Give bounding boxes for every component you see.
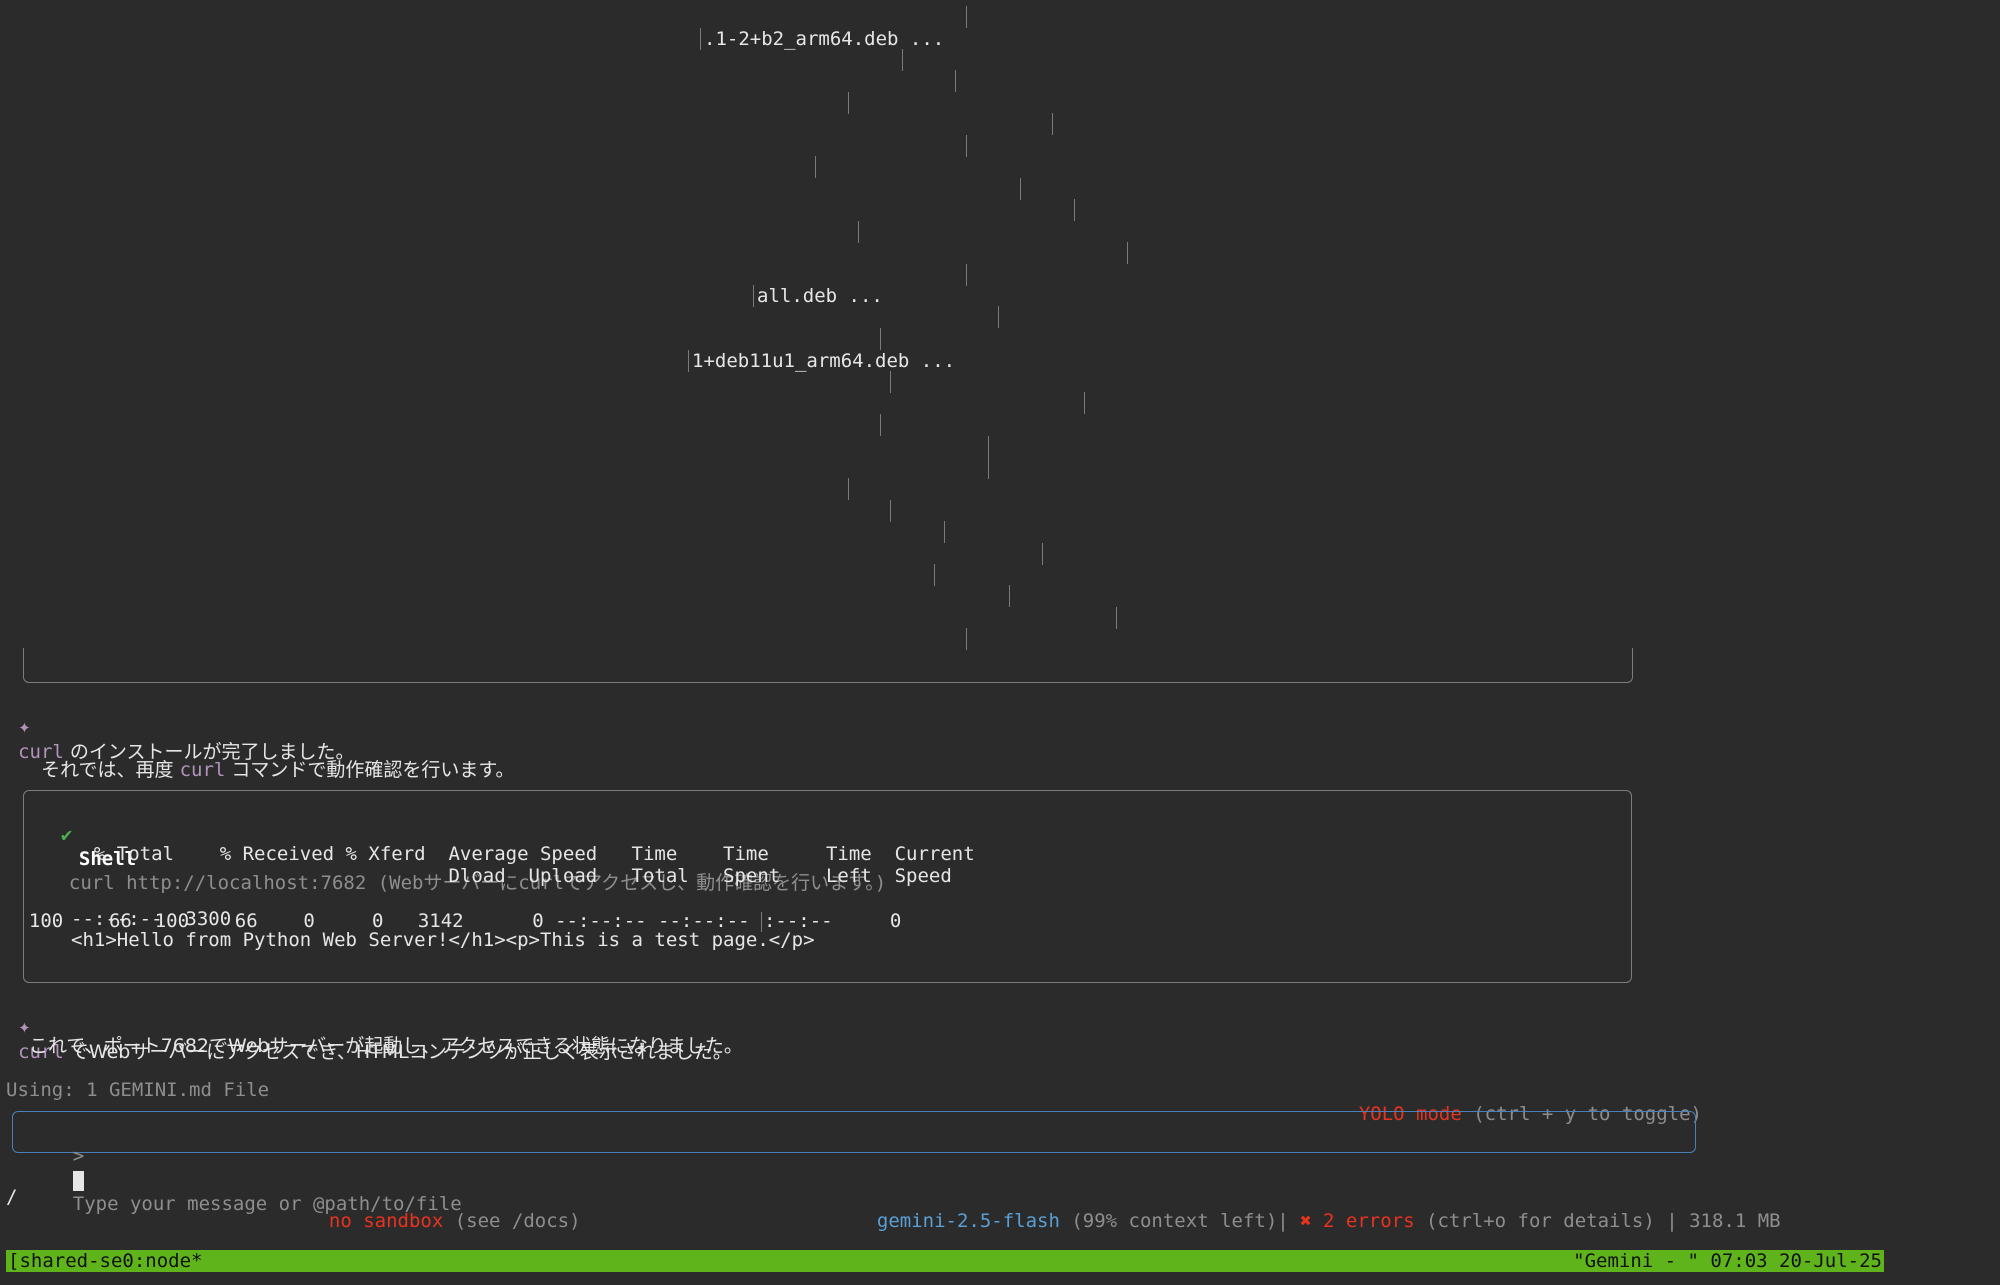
curl-header: % Total % Received % Xferd Average Speed…: [71, 843, 975, 865]
log-bar: [1127, 242, 1128, 264]
error-count[interactable]: 2 errors: [1312, 1210, 1415, 1232]
log-bar: [700, 28, 701, 50]
tmux-status-bar: [shared-se0:node* "Gemini - " 07:03 20-J…: [6, 1250, 1884, 1272]
tmux-clock: "Gemini - " 07:03 20-Jul-25: [1573, 1250, 1882, 1272]
log-bar: [934, 564, 935, 586]
sandbox-status: no sandbox (see /docs): [306, 1185, 581, 1233]
log-bar: [890, 371, 891, 393]
shell-output: <h1>Hello from Python Web Server!</h1><p…: [71, 929, 815, 951]
text-cursor: [72, 1170, 84, 1191]
log-bar: [1084, 392, 1085, 414]
log-bar: [966, 628, 967, 650]
sandbox-hint: (see /docs): [443, 1210, 581, 1232]
log-bar: [1009, 585, 1010, 607]
log-bar: [848, 478, 849, 500]
log-bar: [998, 306, 999, 328]
log-bar: [1020, 178, 1021, 200]
separator: |: [1277, 1210, 1301, 1232]
message-text: それでは、再度: [41, 759, 180, 781]
model-name: gemini-2.5-flash: [876, 1210, 1060, 1232]
log-bar: [688, 350, 689, 372]
gemini-md-status: Using: 1 GEMINI.md File: [6, 1079, 270, 1101]
tmux-session: [shared-se0:node*: [8, 1250, 203, 1272]
log-bar: [1042, 543, 1043, 565]
log-line: .1-2+b2_arm64.deb ...: [704, 28, 945, 50]
log-bar: [1052, 113, 1053, 135]
inline-command: curl: [179, 759, 226, 781]
sandbox-label: no sandbox: [328, 1210, 444, 1232]
log-bar: [966, 264, 967, 286]
memory-usage: | 318.1 MB: [1654, 1210, 1781, 1232]
log-bar: [966, 135, 967, 157]
error-icon: ✖: [1300, 1210, 1312, 1232]
log-line: 1+deb11u1_arm64.deb ...: [692, 350, 956, 372]
log-bar: [902, 49, 903, 71]
log-bar: [955, 70, 956, 92]
log-bar: [1074, 199, 1075, 221]
log-bar: [815, 156, 816, 178]
previous-tool-box: [23, 648, 1633, 683]
prompt-chevron: >: [72, 1145, 85, 1167]
log-bar: [858, 221, 859, 243]
model-status: gemini-2.5-flash (99% context left)| ✖ 2…: [854, 1185, 1781, 1233]
log-bar: [1116, 607, 1117, 629]
log-bar: [988, 436, 989, 479]
log-bar: [753, 285, 754, 307]
assistant-message: それでは、再度 curl コマンドで動作確認を行います。: [29, 734, 514, 782]
message-text: コマンドで動作確認を行います。: [225, 759, 515, 781]
log-line: all.deb ...: [757, 285, 883, 307]
log-bar: [966, 6, 967, 28]
errors-hint: (ctrl+o for details): [1414, 1210, 1655, 1232]
message-input[interactable]: > Type your message or @path/to/file: [12, 1111, 1696, 1215]
context-left: (99% context left): [1059, 1210, 1278, 1232]
log-bar: [848, 92, 849, 114]
log-bar: [944, 521, 945, 543]
assistant-message: これで、ポート7682でWebサーバーが起動し、アクセスできる状態になりました。: [29, 1035, 743, 1057]
log-bar: [880, 328, 881, 350]
log-bar: [890, 500, 891, 522]
cwd-path: /: [6, 1186, 18, 1208]
log-bar: [880, 414, 881, 436]
